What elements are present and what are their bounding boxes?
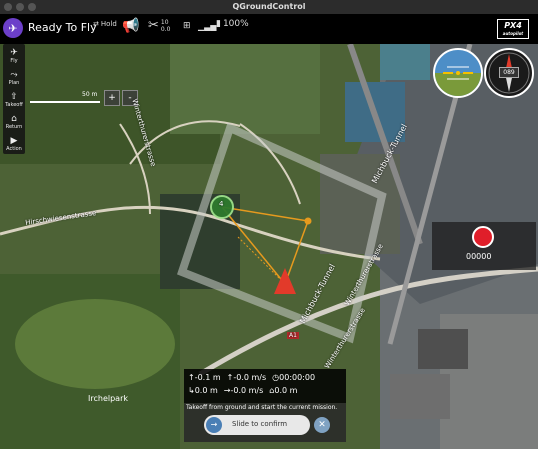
cancel-close-icon[interactable]: ✕ (314, 417, 330, 433)
guided-action-panel: Takeoff from ground and start the curren… (184, 403, 346, 442)
battery-indicator[interactable]: ▮ 100% (216, 19, 249, 29)
gps-indicator[interactable]: ✂ 10 0.0 (148, 18, 170, 33)
window-titlebar: QGroundControl (0, 0, 538, 14)
altitude-text: -0.1 m (194, 373, 221, 382)
tool-takeoff[interactable]: ⇧ Takeoff (3, 90, 25, 110)
distance-home-text: 0.0 m (274, 386, 298, 395)
attitude-overlay (443, 66, 473, 80)
telemetry-panel: ↑-0.1 m ↑-0.0 m/s ◷00:00:00 ↳0.0 m →-0.0… (184, 369, 346, 403)
ground-speed-value: →-0.0 m/s (223, 386, 264, 395)
tool-label: Takeoff (5, 102, 23, 108)
battery-percent: 100% (222, 19, 249, 29)
rc-icon[interactable]: ⊞ (183, 21, 191, 31)
home-icon: ⌂ (11, 114, 17, 124)
flight-time-value: ◷00:00:00 (272, 373, 316, 382)
heading-readout: 089 (499, 67, 519, 78)
window-title: QGroundControl (232, 2, 306, 11)
flight-mode-label: Hold (100, 20, 117, 28)
flight-time-text: 00:00:00 (279, 373, 316, 382)
vehicle-marker-label[interactable]: 4 (219, 200, 223, 208)
gps-hdop: 0.0 (160, 25, 171, 33)
close-window-button[interactable] (4, 3, 12, 11)
tool-label: Fly (10, 58, 18, 64)
distance-value: ↳0.0 m (188, 386, 218, 395)
maximize-window-button[interactable] (28, 3, 36, 11)
tool-label: Plan (8, 80, 20, 86)
vehicle-status[interactable]: Ready To Fly (28, 21, 97, 34)
window-controls (4, 3, 36, 11)
flight-mode-icon: ⇄ (93, 20, 99, 28)
record-time: 00000 (466, 252, 492, 261)
map-scale-label: 50 m (82, 91, 98, 98)
signal-icon[interactable]: ▁▃▅ (198, 22, 216, 31)
tool-label: Return (5, 124, 23, 130)
gps-count: 10 (160, 18, 169, 26)
zoom-in-button[interactable]: + (104, 90, 120, 106)
px4-logo: PX4 autopilot (497, 19, 529, 39)
slider-knob-arrow-icon[interactable]: → (206, 417, 222, 433)
distance-home-value: ⌂0.0 m (269, 386, 298, 395)
map-scale-bar (30, 101, 100, 103)
record-button[interactable] (472, 226, 494, 248)
highway-sign: A1 (287, 332, 299, 339)
px4-logo-text: PX4 (504, 21, 522, 30)
px4-logo-subtext: autopilot (502, 31, 524, 36)
route-icon: ⤳ (10, 70, 18, 80)
top-toolbar: ✈ Ready To Fly ⇄ Hold 📢 ✂ 10 0.0 ⊞ ▁▃▅ ▮… (0, 14, 538, 44)
arrow-up-icon: ⇧ (10, 92, 18, 102)
tool-label: Action (6, 146, 22, 152)
guided-action-message: Takeoff from ground and start the curren… (186, 404, 338, 411)
tool-return[interactable]: ⌂ Return (3, 112, 25, 132)
distance-text: 0.0 m (194, 386, 218, 395)
ground-speed-text: -0.0 m/s (230, 386, 264, 395)
tool-strip: ✈ Fly ⤳ Plan ⇧ Takeoff ⌂ Return ▶ Action (3, 44, 25, 154)
paper-plane-icon: ✈ (10, 48, 18, 58)
altitude-value: ↑-0.1 m (188, 373, 221, 382)
attitude-indicator (433, 48, 483, 98)
tool-fly[interactable]: ✈ Fly (3, 46, 25, 66)
qgc-logo-icon[interactable]: ✈ (3, 18, 23, 38)
play-icon: ▶ (10, 136, 18, 146)
tool-plan[interactable]: ⤳ Plan (3, 68, 25, 88)
map-scale: 50 m (30, 91, 102, 107)
slide-to-confirm[interactable]: → Slide to confirm (204, 415, 310, 435)
minimize-window-button[interactable] (16, 3, 24, 11)
camera-panel: 00000 (432, 222, 536, 270)
vertical-speed-value: ↑-0.0 m/s (226, 373, 267, 382)
flight-mode[interactable]: ⇄ Hold (93, 20, 117, 28)
vertical-speed-text: -0.0 m/s (233, 373, 267, 382)
tool-action[interactable]: ▶ Action (3, 134, 25, 154)
park-label: Irchelpark (88, 394, 128, 403)
battery-icon: ▮ (216, 19, 221, 29)
megaphone-icon[interactable]: 📢 (122, 18, 139, 34)
slider-label: Slide to confirm (232, 420, 288, 428)
compass-indicator: 089 (484, 48, 534, 98)
satellite-icon: ✂ (148, 18, 159, 33)
